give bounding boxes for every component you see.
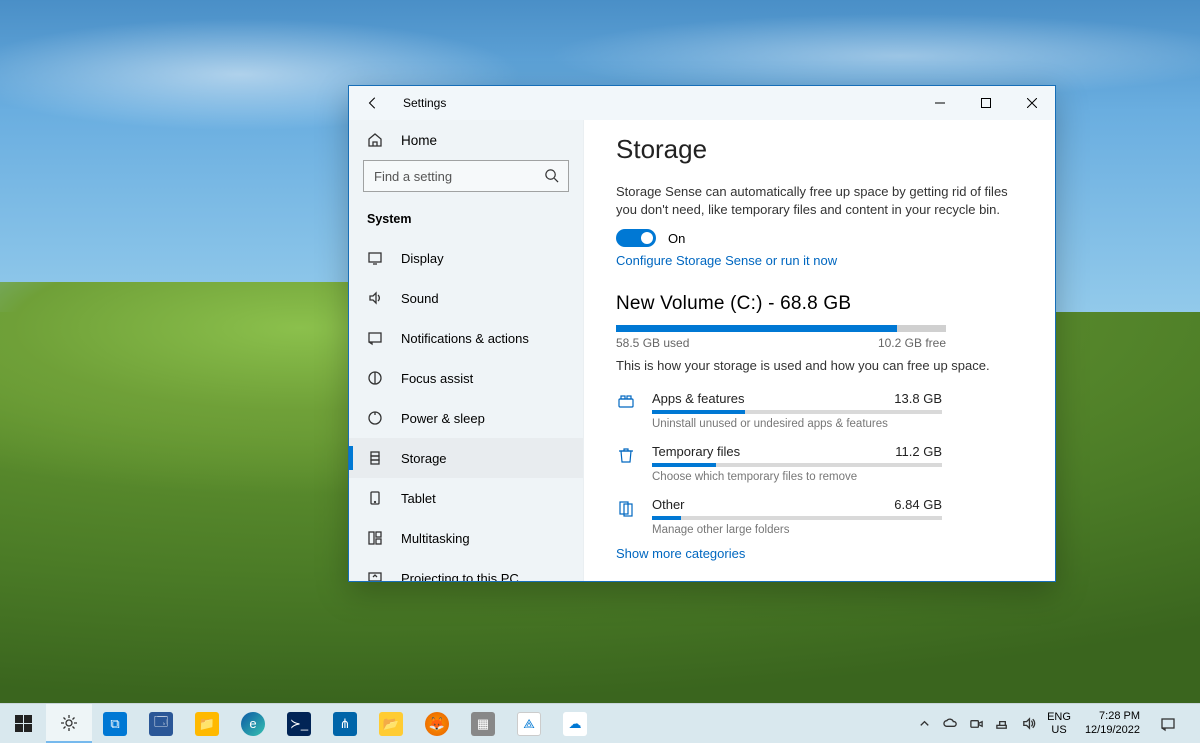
- apps-features-icon: [616, 391, 636, 430]
- projecting-icon: [367, 570, 383, 581]
- taskbar-vscode[interactable]: ⋔: [322, 704, 368, 743]
- power-sleep-icon: [367, 410, 383, 426]
- sidebar-item-label: Multitasking: [401, 531, 470, 546]
- taskbar-settings[interactable]: [46, 704, 92, 743]
- storage-icon: [367, 450, 383, 466]
- taskbar-terminal[interactable]: ≻_: [276, 704, 322, 743]
- drive-used-text: 58.5 GB used: [616, 336, 689, 350]
- category-bar: [652, 516, 942, 520]
- usage-description: This is how your storage is used and how…: [616, 358, 1023, 373]
- taskbar-folder[interactable]: 📂: [368, 704, 414, 743]
- settings-sidebar: Home System Display Sound Notifications & …: [349, 120, 584, 581]
- window-title: Settings: [403, 96, 446, 110]
- close-button[interactable]: [1009, 86, 1055, 120]
- sidebar-item-power-sleep[interactable]: Power & sleep: [349, 398, 583, 438]
- category-size: 11.2 GB: [895, 444, 942, 459]
- category-bar: [652, 463, 942, 467]
- sidebar-item-label: Power & sleep: [401, 411, 485, 426]
- tray-clock[interactable]: 7:28 PM 12/19/2022: [1077, 710, 1148, 736]
- category-title: Apps & features: [652, 391, 745, 406]
- sidebar-item-tablet[interactable]: Tablet: [349, 478, 583, 518]
- maximize-button[interactable]: [963, 86, 1009, 120]
- sidebar-item-label: Display: [401, 251, 444, 266]
- drive-free-text: 10.2 GB free: [878, 336, 946, 350]
- taskbar-app-11[interactable]: ☁: [552, 704, 598, 743]
- minimize-button[interactable]: [917, 86, 963, 120]
- settings-window: Settings Home System Display Sound Notific…: [348, 85, 1056, 582]
- sound-icon: [367, 290, 383, 306]
- category-size: 13.8 GB: [894, 391, 942, 406]
- taskbar: ⧉ 🗔 📁 e ≻_ ⋔ 📂 🦊 ▦ ⟁ ☁ ENG US 7:28 PM 12…: [0, 703, 1200, 743]
- taskbar-app-2[interactable]: 🗔: [138, 704, 184, 743]
- sidebar-item-label: Storage: [401, 451, 447, 466]
- drive-title: New Volume (C:) - 68.8 GB: [616, 293, 1023, 315]
- storage-sense-description: Storage Sense can automatically free up …: [616, 183, 1016, 219]
- sidebar-item-focus-assist[interactable]: Focus assist: [349, 358, 583, 398]
- settings-search[interactable]: [363, 160, 569, 192]
- tray-meet-now-icon[interactable]: [963, 704, 989, 743]
- taskbar-app-10[interactable]: ⟁: [506, 704, 552, 743]
- storage-page: Storage Storage Sense can automatically …: [584, 120, 1055, 581]
- multitasking-icon: [367, 530, 383, 546]
- sidebar-item-label: Notifications & actions: [401, 331, 529, 346]
- sidebar-item-label: Projecting to this PC: [401, 571, 519, 582]
- tray-language[interactable]: ENG US: [1041, 711, 1077, 735]
- sidebar-section-label: System: [349, 202, 583, 238]
- home-icon: [367, 132, 383, 148]
- tray-onedrive-icon[interactable]: [937, 704, 963, 743]
- category-bar: [652, 410, 942, 414]
- sidebar-item-label: Tablet: [401, 491, 436, 506]
- sidebar-item-storage[interactable]: Storage: [349, 438, 583, 478]
- drive-usage-bar: [616, 325, 946, 332]
- taskbar-app-1[interactable]: ⧉: [92, 704, 138, 743]
- show-more-categories-link[interactable]: Show more categories: [616, 546, 1023, 561]
- start-button[interactable]: [0, 704, 46, 743]
- storage-category-other[interactable]: Other 6.84 GB Manage other large folders: [616, 493, 1023, 546]
- storage-sense-toggle[interactable]: [616, 229, 656, 247]
- storage-category-temporary-files[interactable]: Temporary files 11.2 GB Choose which tempo…: [616, 440, 1023, 493]
- back-button[interactable]: [365, 95, 381, 111]
- sidebar-item-projecting-to-this-pc[interactable]: Projecting to this PC: [349, 558, 583, 581]
- sidebar-item-label: Sound: [401, 291, 439, 306]
- display-icon: [367, 250, 383, 266]
- taskbar-edge[interactable]: e: [230, 704, 276, 743]
- toggle-label: On: [668, 231, 685, 246]
- category-hint: Manage other large folders: [652, 524, 942, 536]
- sidebar-item-display[interactable]: Display: [349, 238, 583, 278]
- taskbar-firefox[interactable]: 🦊: [414, 704, 460, 743]
- search-input[interactable]: [364, 161, 568, 191]
- sidebar-item-notifications-actions[interactable]: Notifications & actions: [349, 318, 583, 358]
- sidebar-home[interactable]: Home: [349, 120, 583, 160]
- tray-notifications[interactable]: [1148, 716, 1188, 732]
- search-icon: [544, 168, 560, 184]
- tablet-icon: [367, 490, 383, 506]
- tray-chevron-icon[interactable]: [911, 704, 937, 743]
- taskbar-file-explorer[interactable]: 📁: [184, 704, 230, 743]
- tray-volume-icon[interactable]: [1015, 704, 1041, 743]
- category-title: Other: [652, 497, 685, 512]
- category-hint: Uninstall unused or undesired apps & fea…: [652, 418, 942, 430]
- focus-assist-icon: [367, 370, 383, 386]
- tray-network-icon[interactable]: [989, 704, 1015, 743]
- sidebar-home-label: Home: [401, 133, 437, 148]
- folder-stack-icon: [616, 497, 636, 536]
- category-title: Temporary files: [652, 444, 740, 459]
- category-size: 6.84 GB: [894, 497, 942, 512]
- configure-storage-sense-link[interactable]: Configure Storage Sense or run it now: [616, 253, 1023, 268]
- notifications-icon: [367, 330, 383, 346]
- titlebar[interactable]: Settings: [349, 86, 1055, 120]
- category-hint: Choose which temporary files to remove: [652, 471, 942, 483]
- trash-icon: [616, 444, 636, 483]
- sidebar-item-multitasking[interactable]: Multitasking: [349, 518, 583, 558]
- sidebar-item-label: Focus assist: [401, 371, 473, 386]
- sidebar-item-sound[interactable]: Sound: [349, 278, 583, 318]
- page-title: Storage: [616, 134, 1023, 165]
- taskbar-app-9[interactable]: ▦: [460, 704, 506, 743]
- storage-category-apps-features[interactable]: Apps & features 13.8 GB Uninstall unused o…: [616, 387, 1023, 440]
